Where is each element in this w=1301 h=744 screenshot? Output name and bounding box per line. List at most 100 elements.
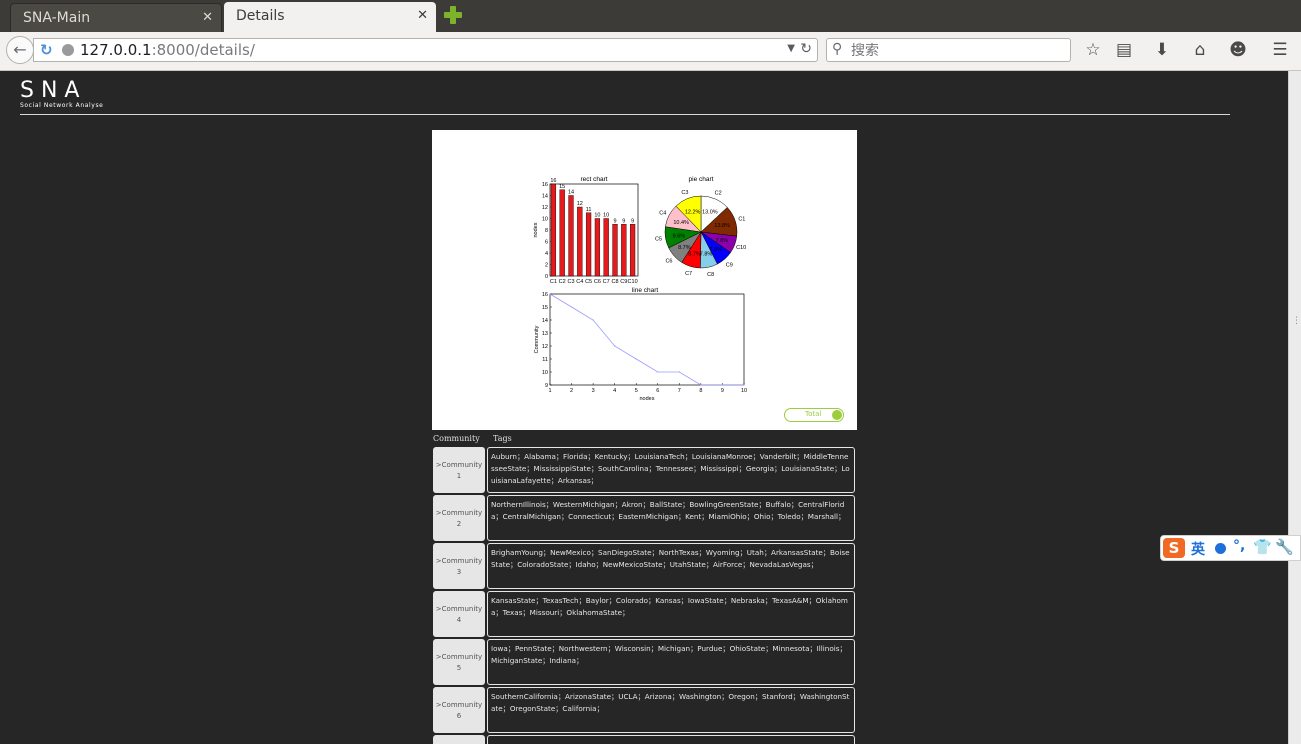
community-tags: Auburn；Alabama；Florida；Kentucky；Louisian… xyxy=(487,447,855,493)
url-path: :8000/details/ xyxy=(151,41,255,59)
line-ytick-label: 16 xyxy=(542,292,548,298)
close-tab-icon[interactable]: ✕ xyxy=(202,4,213,32)
new-tab-icon[interactable] xyxy=(443,5,463,25)
pie-value-label: 8.7% xyxy=(688,251,701,257)
toggle-knob xyxy=(832,410,842,420)
bar-ytick-label: 6 xyxy=(545,240,548,246)
page-scrollbar[interactable]: ⋮ xyxy=(1288,71,1301,744)
search-box[interactable]: ⚲ xyxy=(826,38,1071,62)
line-xtick-label: 4 xyxy=(613,388,616,394)
bar-C8 xyxy=(612,224,618,277)
sogou-logo-icon[interactable]: S xyxy=(1163,538,1185,558)
url-dropdown-icon[interactable]: ▼ xyxy=(787,43,795,54)
bar-category-label: C2 xyxy=(559,279,566,285)
community-tags: NorthernIllinois；WesternMichigan；Akron；B… xyxy=(487,495,855,541)
line-point xyxy=(570,306,573,308)
bar-ytick-label: 0 xyxy=(545,274,548,280)
line-ytick-label: 9 xyxy=(545,383,548,389)
pie-slice-label: C3 xyxy=(681,190,688,196)
community-label[interactable]: >Community 1 xyxy=(433,447,485,493)
community-label[interactable]: >Community 6 xyxy=(433,687,485,733)
ime-language-label[interactable]: 英 xyxy=(1191,539,1205,559)
pie-slice-label: C8 xyxy=(707,272,714,278)
bar-value-label: 10 xyxy=(603,213,609,219)
bar-value-label: 9 xyxy=(613,218,616,224)
toggle-label: Total xyxy=(805,410,822,418)
ime-toolbar[interactable]: S 英 °, 👕 🔧 xyxy=(1160,535,1301,561)
refresh-icon[interactable]: ↻ xyxy=(800,41,812,57)
pie-value-label: 7.8% xyxy=(700,252,713,258)
bar-category-label: C10 xyxy=(628,279,638,285)
bookmark-star-icon[interactable]: ☆ xyxy=(1082,39,1104,61)
bar-ytick-label: 14 xyxy=(542,194,548,200)
col-header-tags: Tags xyxy=(493,434,512,443)
pie-value-label: 13.8% xyxy=(714,223,730,229)
tab-details[interactable]: Details ✕ xyxy=(224,2,436,32)
reload-icon[interactable]: ↻ xyxy=(40,41,53,59)
bar-C3 xyxy=(568,195,574,277)
bar-category-label: C4 xyxy=(576,279,583,285)
line-xtick-label: 8 xyxy=(699,388,702,394)
community-label[interactable] xyxy=(433,735,485,744)
pie-slice-label: C7 xyxy=(685,271,692,277)
line-point xyxy=(743,384,745,386)
bar-value-label: 10 xyxy=(594,213,600,219)
pie-value-label: 12.2% xyxy=(685,209,701,215)
menu-icon[interactable]: ☰ xyxy=(1269,39,1291,61)
bar-category-label: C9 xyxy=(620,279,627,285)
chart-figure: rect chart 0 2 4 6 8 10 12 14 16 nodes 16 C1 15 C2 14 C3… xyxy=(432,130,857,430)
back-button[interactable]: ← xyxy=(6,36,34,64)
bar-category-label: C1 xyxy=(550,279,557,285)
ime-skin-icon[interactable]: 👕 xyxy=(1253,538,1272,556)
url-text[interactable]: 127.0.0.1:8000/details/ xyxy=(80,41,255,59)
line-point xyxy=(657,371,659,373)
url-bar[interactable]: ↻ 127.0.0.1:8000/details/ ▼ ↻ xyxy=(33,38,818,62)
line-xtick-label: 7 xyxy=(678,388,681,394)
line-xtick-label: 6 xyxy=(656,388,659,394)
logo[interactable]: SNA Social Network Analyse xyxy=(20,79,103,110)
community-tags: Iowa；PennState；Northwestern；Wisconsin；Mi… xyxy=(487,639,855,685)
community-label[interactable]: >Community 2 xyxy=(433,495,485,541)
scrollbar-grip[interactable]: ⋮ xyxy=(1292,316,1301,326)
line-xtick-label: 5 xyxy=(635,388,638,394)
bar-C5 xyxy=(585,212,592,277)
pie-slice-label: C2 xyxy=(715,191,722,197)
pie-value-label: 10.4% xyxy=(673,220,689,226)
community-label[interactable]: >Community 4 xyxy=(433,591,485,637)
bar-ytick-label: 8 xyxy=(545,228,548,234)
bar-category-label: C8 xyxy=(611,279,618,285)
bar-value-label: 11 xyxy=(586,207,592,213)
community-label[interactable]: >Community 3 xyxy=(433,543,485,589)
ime-punctuation-icon[interactable]: °, xyxy=(1233,538,1245,554)
line-plot-frame xyxy=(549,293,745,386)
line-point xyxy=(700,384,702,386)
search-input[interactable] xyxy=(849,40,1063,62)
close-tab-icon[interactable]: ✕ xyxy=(417,2,428,30)
ime-settings-icon[interactable]: 🔧 xyxy=(1275,538,1294,556)
bar-C2 xyxy=(559,189,565,277)
site-identity-icon[interactable] xyxy=(62,44,74,56)
line-chart-title: line chart xyxy=(632,287,659,294)
line-ytick-label: 14 xyxy=(542,318,548,324)
tab-sna-main[interactable]: SNA-Main ✕ xyxy=(10,3,222,32)
line-ytick-label: 10 xyxy=(542,370,548,376)
line-ytick-label: 12 xyxy=(542,344,548,350)
table-row: >Community 3 BrighamYoung；NewMexico；SanDi… xyxy=(432,543,857,589)
bar-value-label: 9 xyxy=(622,218,625,224)
bar-ytick-label: 10 xyxy=(542,217,548,223)
community-label[interactable]: >Community 5 xyxy=(433,639,485,685)
col-header-community: Community xyxy=(433,434,480,443)
total-toggle[interactable]: Total xyxy=(784,408,844,422)
pie-slice-label: C10 xyxy=(736,245,746,251)
table-row xyxy=(432,735,857,744)
home-icon[interactable]: ⌂ xyxy=(1189,39,1211,61)
chat-icon[interactable]: ☻ xyxy=(1227,39,1249,61)
download-icon[interactable]: ⬇ xyxy=(1151,39,1173,61)
reading-list-icon[interactable]: ▤ xyxy=(1113,39,1135,61)
tab-label: Details xyxy=(236,8,285,24)
charts-svg: rect chart0246810121416nodes16C115C214C3… xyxy=(533,176,747,402)
bar-C4 xyxy=(577,206,583,277)
ime-status-icon[interactable] xyxy=(1215,543,1226,554)
pie-value-label: 9.6% xyxy=(673,233,686,239)
bar-category-label: C7 xyxy=(603,279,610,285)
